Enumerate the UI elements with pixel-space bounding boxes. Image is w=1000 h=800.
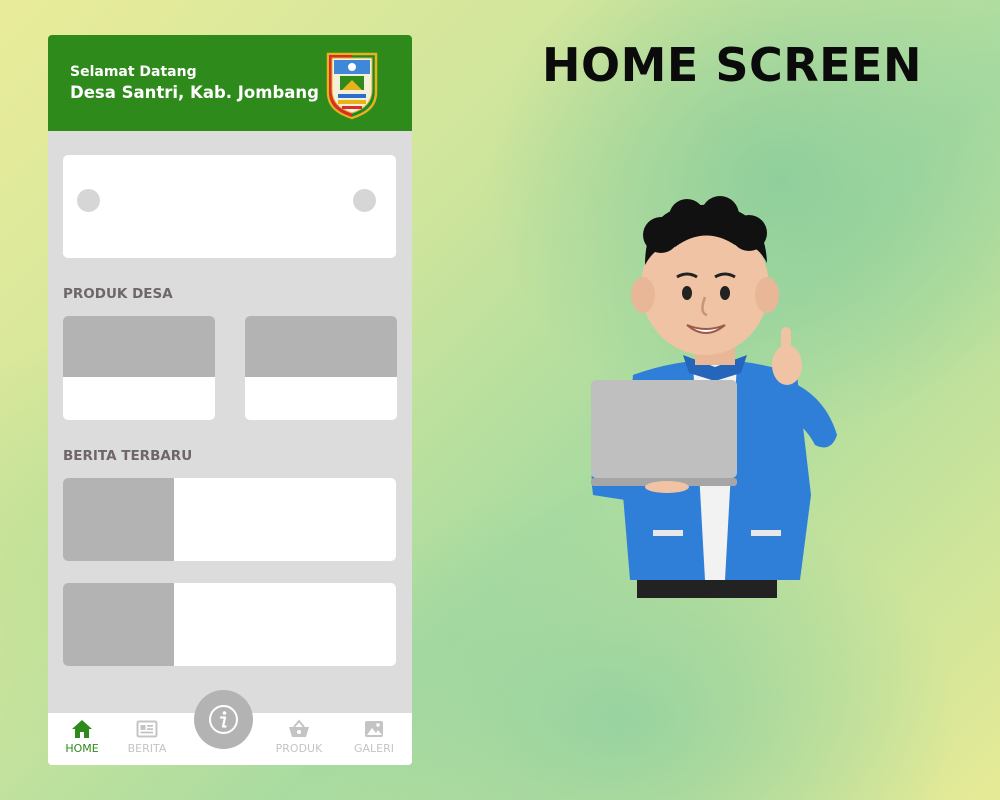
nav-item-produk[interactable]: PRODUK (267, 719, 331, 755)
app-header: Selamat Datang Desa Santri, Kab. Jombang (48, 35, 412, 131)
news-section-title: BERITA TERBARU (63, 448, 193, 464)
village-name: Desa Santri, Kab. Jombang (70, 83, 319, 102)
screen-title: HOME SCREEN (542, 38, 922, 92)
product-image-placeholder (63, 316, 215, 377)
regency-crest-icon (326, 52, 378, 120)
character-illustration (591, 196, 837, 598)
products-section-title: PRODUK DESA (63, 286, 173, 302)
newspaper-icon (136, 720, 158, 738)
product-card[interactable] (245, 316, 397, 420)
carousel-prev-button[interactable] (77, 189, 100, 212)
nav-label: BERITA (127, 742, 167, 755)
product-image-placeholder (245, 316, 397, 377)
phone-mockup: Selamat Datang Desa Santri, Kab. Jombang… (48, 35, 412, 765)
nav-label: HOME (65, 742, 99, 755)
nav-label: GALERI (353, 742, 394, 755)
news-card[interactable] (63, 478, 396, 561)
info-button[interactable] (194, 690, 253, 749)
product-card[interactable] (63, 316, 215, 420)
nav-label: PRODUK (275, 742, 323, 755)
image-icon (365, 721, 383, 737)
basket-icon (289, 719, 309, 737)
home-icon (72, 720, 92, 738)
nav-item-berita[interactable]: BERITA (115, 719, 179, 755)
news-image-placeholder (63, 583, 174, 666)
carousel-next-button[interactable] (353, 189, 376, 212)
greeting-text: Selamat Datang (70, 64, 197, 80)
banner-carousel[interactable] (63, 155, 396, 258)
nav-item-galeri[interactable]: GALERI (342, 719, 406, 755)
nav-item-home[interactable]: HOME (50, 719, 114, 755)
info-icon (209, 705, 238, 734)
news-image-placeholder (63, 478, 174, 561)
news-card[interactable] (63, 583, 396, 666)
